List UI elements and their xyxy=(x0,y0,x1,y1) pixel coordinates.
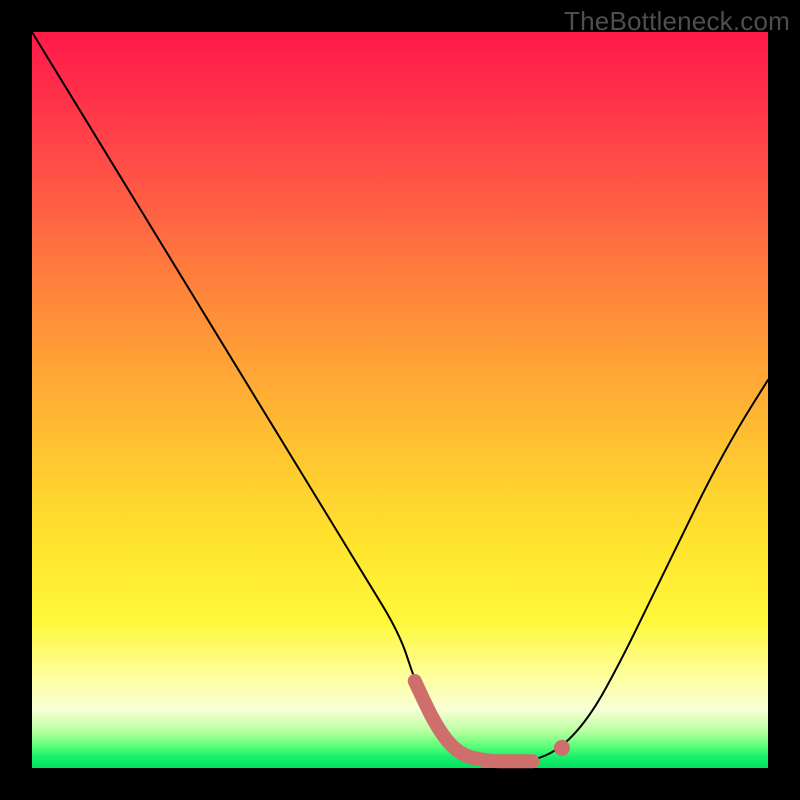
chart-frame: TheBottleneck.com xyxy=(0,0,800,800)
bottleneck-curve xyxy=(32,32,768,761)
curve-svg xyxy=(32,32,768,768)
optimal-marker xyxy=(554,740,570,756)
plot-area xyxy=(32,32,768,768)
optimal-region xyxy=(415,681,533,761)
